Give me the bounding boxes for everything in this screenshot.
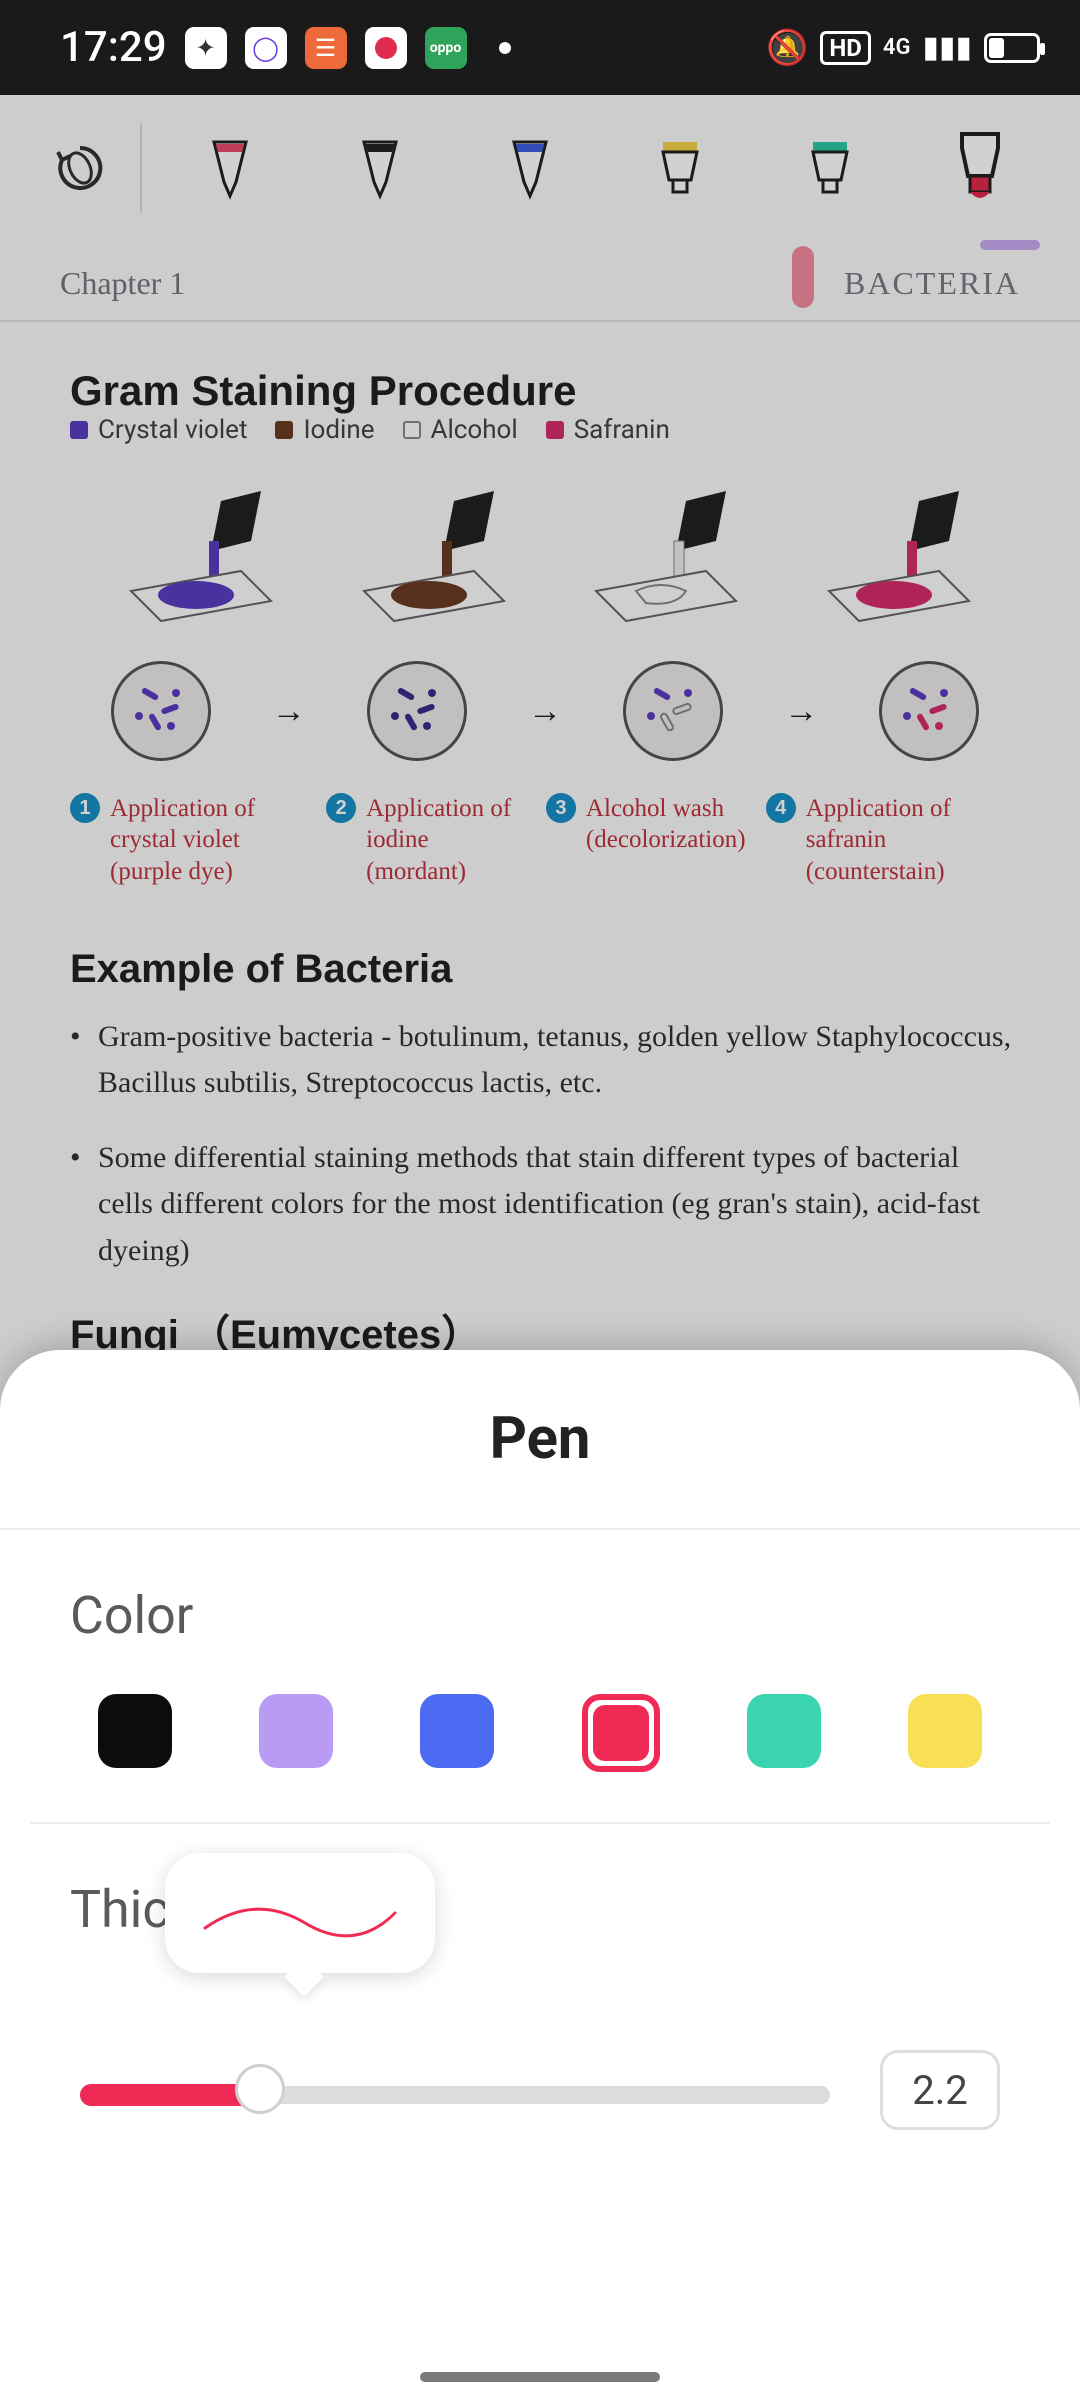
annotation-stroke	[980, 240, 1040, 250]
arrow-icon: →	[272, 691, 306, 731]
stage-2	[313, 491, 546, 631]
notification-dot-icon	[499, 42, 511, 54]
step-badge: 3	[546, 793, 576, 823]
app-icon-2: ◯	[245, 27, 287, 69]
thickness-preview	[165, 1853, 435, 1973]
app-icon-5: oppo	[425, 27, 467, 69]
sheet-title: Pen	[0, 1405, 1080, 1528]
petri-3	[623, 661, 723, 761]
petri-1	[111, 661, 211, 761]
mute-icon: 🔕	[766, 28, 808, 68]
bullet-item: Gram-positive bacteria - botulinum, teta…	[70, 1014, 1020, 1107]
legend-label: Crystal violet	[98, 415, 247, 445]
legend-swatch	[403, 421, 421, 439]
stage-1	[80, 491, 313, 631]
color-teal[interactable]	[747, 1694, 821, 1768]
chapter-label: Chapter 1	[60, 265, 185, 302]
petri-row: → → →	[70, 641, 1020, 771]
legend-label: Alcohol	[431, 415, 518, 445]
tool-highlighter-crimson[interactable]	[910, 128, 1050, 208]
petri-4	[879, 661, 979, 761]
step-badge: 2	[326, 793, 356, 823]
legend-label: Iodine	[303, 415, 374, 445]
pen-toolbar	[0, 95, 1080, 240]
legend-swatch	[546, 421, 564, 439]
tool-highlighter-teal[interactable]	[760, 136, 900, 200]
step-text: Application of safranin (counterstain)	[806, 793, 1020, 887]
tool-pen-blue[interactable]	[460, 136, 600, 200]
color-lilac[interactable]	[259, 1694, 333, 1768]
step-text: Application of iodine (mordant)	[366, 793, 526, 887]
tool-pen-red[interactable]	[160, 136, 300, 200]
step-text: Application of crystal violet (purple dy…	[110, 793, 306, 887]
arrow-icon: →	[528, 691, 562, 731]
network-icon: 4G	[883, 35, 911, 60]
document[interactable]: Chapter 1 BACTERIA Gram Staining Procedu…	[0, 240, 1080, 1482]
color-pink[interactable]	[582, 1694, 660, 1772]
arrow-icon: →	[784, 691, 818, 731]
signal-icon: ▮▮▮	[922, 30, 972, 65]
app-icon-3: ☰	[305, 27, 347, 69]
hd-icon: HD	[820, 31, 871, 65]
pen-settings-sheet: Pen Color Thickness 2.2	[0, 1350, 1080, 2400]
nav-bar-pill[interactable]	[420, 2372, 660, 2382]
diagram-row	[70, 451, 1020, 641]
stage-3	[545, 491, 778, 631]
color-yellow[interactable]	[908, 1694, 982, 1768]
thickness-value[interactable]: 2.2	[880, 2050, 1000, 2130]
color-blue[interactable]	[420, 1694, 494, 1768]
subheading: Example of Bacteria	[70, 947, 1020, 992]
slider-thumb[interactable]	[235, 2064, 285, 2114]
bullet-item: Some differential staining methods that …	[70, 1135, 1020, 1275]
petri-2	[367, 661, 467, 761]
color-picker	[70, 1694, 1010, 1772]
legend-label: Safranin	[574, 415, 670, 445]
legend-swatch	[275, 421, 293, 439]
legend: Crystal violet Iodine Alcohol Safranin	[70, 415, 670, 445]
thickness-slider[interactable]: 2.2	[80, 2078, 1000, 2100]
section-title: Gram Staining Procedure	[70, 367, 576, 415]
step-text: Alcohol wash (decolorization)	[586, 793, 746, 887]
app-icon-4	[365, 27, 407, 69]
tool-highlighter-yellow[interactable]	[610, 136, 750, 200]
toolbar-divider	[140, 123, 142, 213]
color-label: Color	[70, 1585, 1010, 1646]
stage-4	[778, 491, 1011, 631]
legend-swatch	[70, 421, 88, 439]
page-tag: BACTERIA	[844, 265, 1020, 302]
bullet-list: Gram-positive bacteria - botulinum, teta…	[70, 992, 1020, 1275]
color-black[interactable]	[98, 1694, 172, 1768]
battery-icon	[984, 33, 1040, 63]
step-badge: 1	[70, 793, 100, 823]
status-time: 17:29	[60, 23, 167, 72]
annotation-mark	[792, 246, 814, 308]
undo-history-button[interactable]	[30, 138, 130, 198]
step-captions: 1 Application of crystal violet (purple d…	[70, 771, 1020, 897]
step-badge: 4	[766, 793, 796, 823]
tool-pen-black[interactable]	[310, 136, 450, 200]
doc-header: Chapter 1 BACTERIA	[0, 240, 1080, 322]
app-icon-1: ✦	[185, 27, 227, 69]
status-bar: 17:29 ✦ ◯ ☰ oppo 🔕 HD 4G ▮▮▮	[0, 0, 1080, 95]
